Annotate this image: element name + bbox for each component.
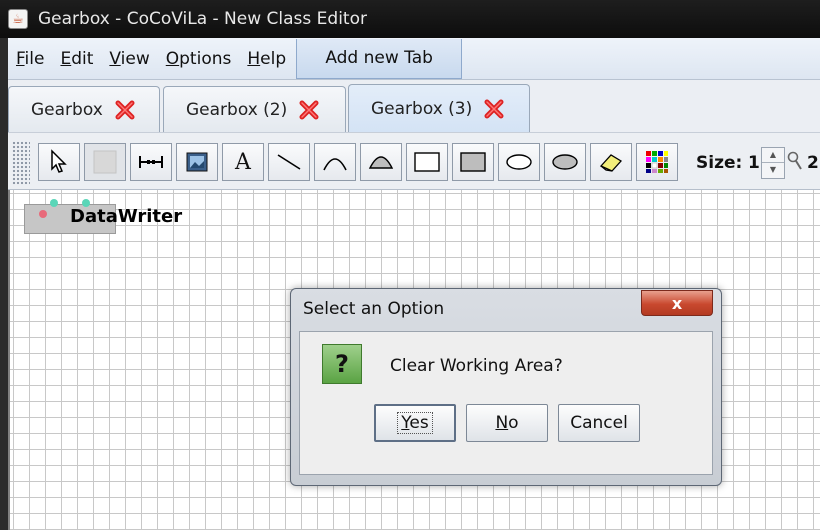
tab-label: Gearbox <box>31 99 103 120</box>
size-spinner[interactable]: ▲ ▼ <box>761 147 785 179</box>
dialog-title: Select an Option <box>303 299 445 319</box>
menu-edit-mnemonic: E <box>60 48 72 69</box>
arc-icon[interactable] <box>314 143 356 181</box>
yes-button-focus: Yes <box>397 412 433 434</box>
question-icon: ? <box>322 344 362 384</box>
color-palette-icon[interactable] <box>636 143 678 181</box>
tab-label: Gearbox (2) <box>186 99 288 120</box>
java-cup-icon: ☕ <box>8 9 28 29</box>
close-icon[interactable] <box>113 98 137 122</box>
no-label: o <box>508 413 519 433</box>
yes-button[interactable]: Yes <box>374 404 456 442</box>
spinner-up-icon[interactable]: ▲ <box>762 148 784 163</box>
class-label: DataWriter <box>70 206 183 227</box>
filled-arc-icon[interactable] <box>360 143 402 181</box>
zoom-value[interactable]: 25 <box>807 153 820 173</box>
select-option-dialog: Select an Option x ? Clear Working Area?… <box>290 288 722 486</box>
spinner-down-icon[interactable]: ▼ <box>762 163 784 178</box>
no-button[interactable]: No <box>466 404 548 442</box>
drawing-toolbar: A Size: 1 ▲ ▼ 25 <box>8 132 820 190</box>
select-arrow-icon[interactable] <box>38 143 80 181</box>
add-new-tab-button[interactable]: Add new Tab <box>296 38 463 79</box>
line-icon[interactable] <box>268 143 310 181</box>
menu-help[interactable]: Help <box>247 45 286 73</box>
menu-options-label: ptions <box>179 48 232 69</box>
eraser-icon[interactable] <box>590 143 632 181</box>
menu-file[interactable]: File <box>16 45 44 73</box>
port-connector-icon[interactable] <box>130 143 172 181</box>
window-title: Gearbox - CoCoViLa - New Class Editor <box>38 9 367 29</box>
tab-gearbox-2[interactable]: Gearbox (2) <box>163 86 346 132</box>
menu-options[interactable]: Options <box>166 45 232 73</box>
filled-oval-icon[interactable] <box>544 143 586 181</box>
dialog-body: ? Clear Working Area? Yes No Cancel <box>299 331 713 475</box>
menu-view-label: iew <box>120 48 150 69</box>
menu-options-mnemonic: O <box>165 48 180 69</box>
menu-edit[interactable]: Edit <box>60 45 93 73</box>
cancel-button[interactable]: Cancel <box>558 404 640 442</box>
tab-label: Gearbox (3) <box>371 98 473 119</box>
menu-help-label: elp <box>260 48 287 69</box>
menu-view-mnemonic: V <box>109 48 121 69</box>
close-icon[interactable] <box>482 97 506 121</box>
rectangle-icon[interactable] <box>406 143 448 181</box>
menu-edit-label: dit <box>71 48 94 69</box>
menu-help-mnemonic: H <box>247 48 261 69</box>
menu-file-label: ile <box>24 48 45 69</box>
size-value[interactable]: 1 <box>748 153 760 173</box>
menu-view[interactable]: View <box>109 45 149 73</box>
dialog-message: Clear Working Area? <box>390 356 563 376</box>
toolbar-grip[interactable] <box>12 141 30 185</box>
port-connector[interactable] <box>39 210 47 218</box>
tab-gearbox-3[interactable]: Gearbox (3) <box>348 84 530 132</box>
oval-icon[interactable] <box>498 143 540 181</box>
filled-rectangle-icon[interactable] <box>452 143 494 181</box>
size-label: Size: <box>696 153 743 173</box>
text-icon[interactable]: A <box>222 143 264 181</box>
blank-tool-icon[interactable] <box>84 143 126 181</box>
window-titlebar[interactable]: ☕ Gearbox - CoCoViLa - New Class Editor <box>0 0 820 38</box>
menu-file-mnemonic: F <box>16 48 25 69</box>
no-mnemonic: N <box>495 413 509 433</box>
port-connector[interactable] <box>50 199 58 207</box>
menu-bar: File Edit View Options Help Add new Tab <box>8 38 820 80</box>
zoom-icon <box>787 151 805 173</box>
image-icon[interactable] <box>176 143 218 181</box>
yes-label: es <box>409 413 429 433</box>
tab-gearbox[interactable]: Gearbox <box>8 86 160 132</box>
close-icon[interactable] <box>297 98 321 122</box>
tab-strip: Gearbox Gearbox (2) Gearbox (3) <box>8 80 820 132</box>
dialog-close-button[interactable]: x <box>641 290 713 316</box>
